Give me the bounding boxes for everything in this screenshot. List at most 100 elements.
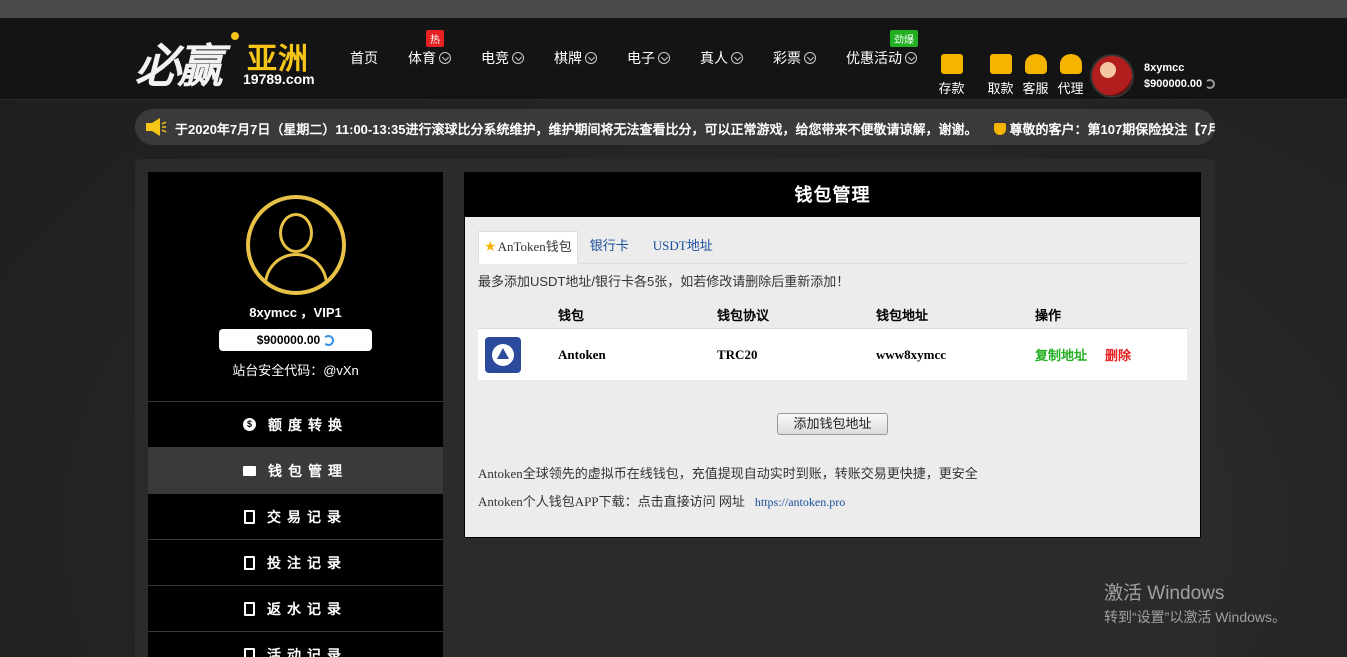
menu-label: 交易记录: [267, 508, 347, 525]
column-header: 钱包: [558, 308, 585, 323]
chevron-down-icon: [512, 52, 524, 64]
marquee-text: 于2020年7月7日（星期二）11:00-13:35进行滚球比分系统维护，维护期…: [175, 119, 1215, 138]
nav-esports[interactable]: 电竞: [481, 48, 524, 68]
refresh-icon[interactable]: [323, 335, 335, 346]
support-label: 客服: [1022, 81, 1049, 96]
safety-code: 站台安全代码：@vXn: [232, 363, 359, 378]
avatar[interactable]: [1090, 54, 1134, 98]
nav-home[interactable]: 首页: [350, 48, 378, 68]
agent-link[interactable]: 代理: [1057, 54, 1084, 97]
antoken-logo-icon: [485, 336, 521, 373]
antoken-link[interactable]: https://antoken.pro: [755, 495, 845, 509]
headset-icon: [1024, 54, 1047, 74]
header-balance: $900000.00: [1144, 78, 1216, 90]
speaker-icon: [146, 118, 167, 136]
tab-usdt[interactable]: USDT地址: [641, 231, 725, 264]
content-container: 8xymcc ，VIP1 $900000.00 站台安全代码：@vXn $ 额度…: [135, 159, 1215, 657]
menu-activities[interactable]: 活动记录: [148, 631, 443, 657]
menu-label: 钱包管理: [268, 462, 348, 479]
add-wallet-button[interactable]: 添加钱包地址: [777, 413, 888, 435]
agent-label: 代理: [1057, 81, 1084, 96]
column-header: 钱包协议: [717, 308, 770, 323]
top-strip: [0, 0, 1347, 18]
withdraw-label: 取款: [987, 81, 1014, 96]
sidebar-balance: $900000.00: [219, 329, 372, 351]
clipboard-icon: [244, 555, 255, 570]
deposit-link[interactable]: 存款: [938, 54, 965, 97]
header: 必赢 亚洲 19789.com 首页 热 体育 电竞 棋牌 电子 真人 彩票 劲…: [0, 18, 1347, 100]
sidebar-balance-value: $900000.00: [256, 333, 321, 347]
mail-icon: [243, 465, 256, 476]
nav-label: 彩票: [773, 50, 801, 66]
copy-address-link[interactable]: 复制地址: [1035, 348, 1087, 363]
chevron-down-icon: [731, 52, 743, 64]
header-balance-value: $900000.00: [1144, 78, 1203, 90]
menu-label: 活动记录: [267, 646, 347, 657]
logo-dot: [231, 32, 239, 40]
column-header: 钱包地址: [876, 308, 929, 323]
wallet-table: 钱包 钱包协议 钱包地址 操作 Antoken TRC20 www8xymcc …: [478, 301, 1187, 380]
menu-transactions[interactable]: 交易记录: [148, 493, 443, 539]
wallet-panel: 钱包管理 ★AnToken钱包 银行卡 USDT地址 最多添加USDT地址/银行…: [464, 172, 1201, 538]
user-vip-level: 8xymcc ，VIP1: [249, 305, 342, 320]
logo-domain: 19789.com: [243, 71, 315, 87]
user-avatar-icon: [246, 195, 346, 295]
clipboard-icon: [244, 509, 255, 524]
nav-sports[interactable]: 热 体育: [408, 30, 451, 68]
sidebar: 8xymcc ，VIP1 $900000.00 站台安全代码：@vXn $ 额度…: [148, 172, 443, 657]
chevron-down-icon: [905, 52, 917, 64]
windows-activation-watermark: 激活 Windows 转到“设置”以激活 Windows。: [1104, 578, 1286, 627]
table-header: 钱包 钱包协议 钱包地址 操作: [478, 301, 1187, 329]
chevron-down-icon: [585, 52, 597, 64]
column-header: 操作: [1035, 308, 1062, 323]
user-info[interactable]: 8xymcc $900000.00: [1090, 54, 1216, 98]
delete-link[interactable]: 删除: [1105, 348, 1131, 363]
marquee-text-1: 于2020年7月7日（星期二）11:00-13:35进行滚球比分系统维护，维护期…: [175, 122, 978, 137]
quick-links: 存款 取款 客服 代理: [938, 54, 1084, 97]
withdraw-link[interactable]: 取款: [987, 54, 1014, 97]
tab-antoken[interactable]: ★AnToken钱包: [478, 231, 578, 264]
trophy-icon: [993, 123, 1006, 135]
header-username: 8xymcc: [1144, 62, 1185, 74]
withdraw-icon: [989, 54, 1012, 74]
marquee-text-2: 尊敬的客户：第107期保险投注【7月5日 第: [1009, 122, 1216, 137]
menu-label: 额度转换: [268, 416, 348, 433]
nav-label: 电竞: [481, 50, 509, 66]
clipboard-icon: [244, 601, 255, 616]
hot-badge: 热: [426, 30, 444, 47]
nav-chess[interactable]: 棋牌: [554, 48, 597, 68]
handshake-icon: [1059, 54, 1082, 74]
menu-wallet[interactable]: 钱包管理: [148, 447, 443, 493]
download-text: Antoken个人钱包APP下载：点击直接访问 网址: [478, 494, 745, 509]
menu-bets[interactable]: 投注记录: [148, 539, 443, 585]
nav-label: 棋牌: [554, 50, 582, 66]
dollar-icon: $: [243, 418, 256, 431]
nav-label: 首页: [350, 50, 378, 66]
site-logo[interactable]: 必赢 亚洲 19789.com: [135, 26, 325, 94]
menu-label: 返水记录: [267, 600, 347, 617]
support-link[interactable]: 客服: [1022, 54, 1049, 97]
row-actions: 复制地址 删除: [1035, 345, 1187, 364]
tab-bank-card[interactable]: 银行卡: [578, 231, 641, 264]
limit-note: 最多添加USDT地址/银行卡各5张，如若修改请删除后重新添加！: [478, 274, 850, 289]
tab-label: AnToken钱包: [497, 239, 572, 254]
star-icon: ★: [484, 240, 497, 255]
nav-slots[interactable]: 电子: [627, 48, 670, 68]
refresh-icon[interactable]: [1205, 79, 1216, 89]
clipboard-icon: [244, 647, 255, 657]
nav-label: 真人: [700, 50, 728, 66]
nav-live[interactable]: 真人: [700, 48, 743, 68]
avatar-body: [264, 253, 328, 291]
chevron-down-icon: [658, 52, 670, 64]
wallet-logo-cell: [478, 336, 558, 373]
chevron-down-icon: [439, 52, 451, 64]
wallet-address: www8xymcc: [876, 346, 947, 362]
nav-lottery[interactable]: 彩票: [773, 48, 816, 68]
logo-main-text: 必赢: [135, 39, 223, 93]
menu-rebates[interactable]: 返水记录: [148, 585, 443, 631]
nav-promotions[interactable]: 劲爆 优惠活动: [846, 30, 918, 68]
antoken-description: Antoken全球领先的虚拟币在线钱包，充值提现自动实时到账，转账交易更快捷，更…: [478, 466, 978, 481]
announcement-marquee[interactable]: 于2020年7月7日（星期二）11:00-13:35进行滚球比分系统维护，维护期…: [135, 109, 1215, 145]
nav-label: 优惠活动: [846, 50, 902, 66]
menu-transfer[interactable]: $ 额度转换: [148, 401, 443, 447]
